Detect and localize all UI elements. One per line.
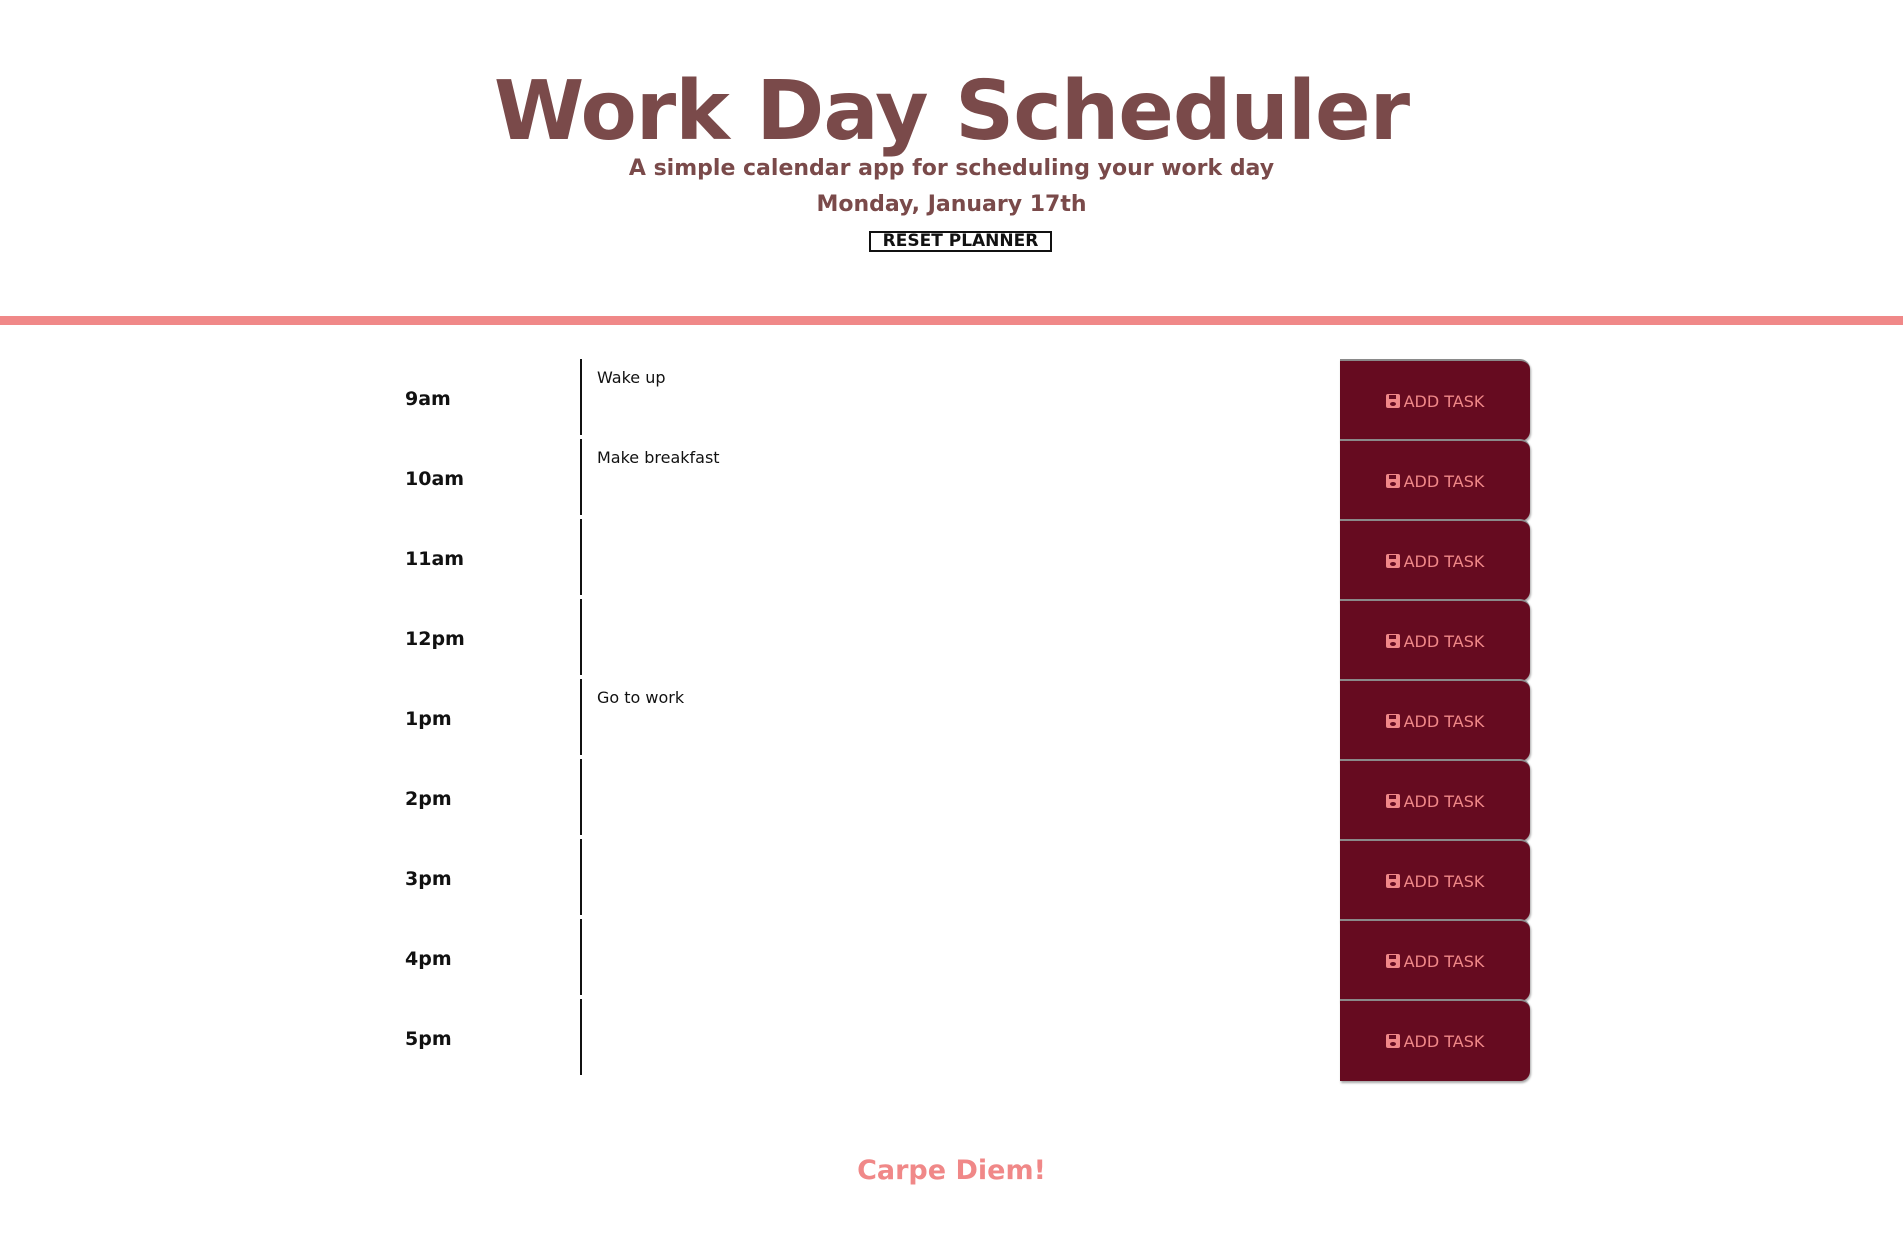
time-block-row: 2pm ADD TASK (0, 759, 1903, 841)
page-header: Work Day Scheduler A simple calendar app… (0, 0, 1903, 318)
add-task-label: ADD TASK (1403, 791, 1485, 811)
hour-label: 4pm (405, 948, 452, 970)
time-block-row: 10am Make breakfast ADD TASK (0, 439, 1903, 521)
task-textarea[interactable]: Make breakfast (580, 439, 1340, 515)
task-textarea[interactable] (580, 759, 1340, 835)
hour-label: 12pm (405, 628, 465, 650)
task-textarea[interactable] (580, 599, 1340, 675)
time-block-row: 11am ADD TASK (0, 519, 1903, 601)
task-textarea[interactable] (580, 999, 1340, 1075)
save-icon (1385, 554, 1400, 568)
add-task-button[interactable]: ADD TASK (1340, 599, 1530, 681)
add-task-label: ADD TASK (1403, 1031, 1485, 1051)
hour-label: 2pm (405, 788, 452, 810)
save-icon (1385, 634, 1400, 648)
time-block-row: 5pm ADD TASK (0, 999, 1903, 1081)
task-textarea[interactable] (580, 839, 1340, 915)
add-task-button[interactable]: ADD TASK (1340, 359, 1530, 441)
save-icon (1385, 1034, 1400, 1048)
hour-label: 3pm (405, 868, 452, 890)
add-task-label: ADD TASK (1403, 871, 1485, 891)
add-task-label: ADD TASK (1403, 471, 1485, 491)
add-task-label: ADD TASK (1403, 391, 1485, 411)
header-divider (0, 316, 1903, 325)
time-block-row: 9am Wake up ADD TASK (0, 359, 1903, 441)
add-task-button[interactable]: ADD TASK (1340, 519, 1530, 601)
time-block-row: 4pm ADD TASK (0, 919, 1903, 1001)
save-icon (1385, 714, 1400, 728)
add-task-label: ADD TASK (1403, 711, 1485, 731)
add-task-button[interactable]: ADD TASK (1340, 439, 1530, 521)
hour-label: 10am (405, 468, 465, 490)
hour-label: 5pm (405, 1028, 452, 1050)
task-textarea[interactable]: Wake up (580, 359, 1340, 435)
current-date: Monday, January 17th (816, 192, 1087, 217)
task-textarea[interactable] (580, 519, 1340, 595)
add-task-button[interactable]: ADD TASK (1340, 919, 1530, 1001)
add-task-label: ADD TASK (1403, 551, 1485, 571)
add-task-button[interactable]: ADD TASK (1340, 999, 1530, 1081)
reset-planner-button[interactable]: RESET PLANNER (869, 231, 1052, 252)
task-textarea[interactable]: Go to work (580, 679, 1340, 755)
save-icon (1385, 874, 1400, 888)
save-icon (1385, 954, 1400, 968)
add-task-label: ADD TASK (1403, 631, 1485, 651)
add-task-label: ADD TASK (1403, 951, 1485, 971)
footer-motto: Carpe Diem! (857, 1155, 1046, 1186)
hour-label: 1pm (405, 708, 452, 730)
add-task-button[interactable]: ADD TASK (1340, 679, 1530, 761)
save-icon (1385, 394, 1400, 408)
time-block-row: 3pm ADD TASK (0, 839, 1903, 921)
task-textarea[interactable] (580, 919, 1340, 995)
page-subtitle: A simple calendar app for scheduling you… (628, 156, 1275, 181)
page-title: Work Day Scheduler (493, 64, 1410, 159)
hour-label: 11am (405, 548, 465, 570)
add-task-button[interactable]: ADD TASK (1340, 759, 1530, 841)
save-icon (1385, 474, 1400, 488)
save-icon (1385, 794, 1400, 808)
add-task-button[interactable]: ADD TASK (1340, 839, 1530, 921)
time-block-row: 12pm ADD TASK (0, 599, 1903, 681)
time-block-row: 1pm Go to work ADD TASK (0, 679, 1903, 761)
hour-label: 9am (405, 388, 451, 410)
